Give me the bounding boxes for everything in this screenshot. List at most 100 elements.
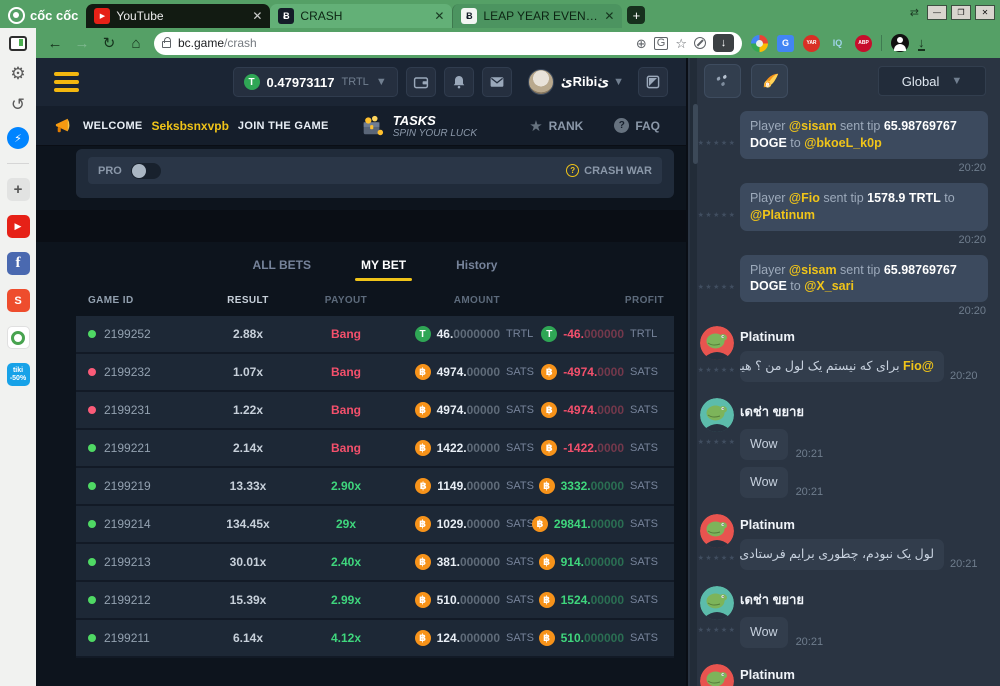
forward-button[interactable]: → [73,35,91,52]
plus-circle-icon[interactable]: ⊕ [636,37,647,50]
maximize-button[interactable]: ❐ [951,5,971,20]
facebook-shortcut-icon[interactable]: f [7,252,30,275]
translate-icon[interactable]: G [654,37,669,50]
value-amt: 1029.00000 [437,517,500,531]
minimize-button[interactable]: — [927,5,947,20]
site-header: T 0.47973117 TRTL ▼ ئRibiئ ▼ [36,58,686,106]
pro-toggle[interactable] [131,163,161,179]
sidebar-toggle-icon[interactable] [9,36,27,51]
home-button[interactable]: ⌂ [127,35,145,52]
chat-bubble[interactable]: Wow [740,429,788,460]
tab-close-icon[interactable]: ✕ [604,9,614,23]
new-tab-button[interactable]: + [627,6,645,24]
tab-history[interactable]: History [450,246,503,281]
tab-arrange-icon[interactable]: ⇄ [910,6,919,19]
tab-leap-year-event[interactable]: Ƀ LEAP YEAR EVENT - □Event - ✕ [452,4,622,28]
trtl-coin-icon: T [541,326,557,342]
tab-all-bets[interactable]: ALL BETS [247,246,317,281]
user-avatar[interactable] [700,326,734,360]
shopee-shortcut-icon[interactable]: S [7,289,30,312]
chat-username[interactable]: เดช่า ขยาย [740,401,988,422]
table-row[interactable]: 21992212.14xBang฿1422.00000SATS฿-1422.00… [76,430,674,468]
history-icon[interactable]: ↺ [11,96,25,113]
user-avatar[interactable] [700,398,734,432]
notifications-button[interactable] [444,67,474,97]
chat-bubble[interactable]: @Fio برای که نیستم یک لول من ؟ هیجی tip … [740,351,944,382]
translate-extension-icon[interactable]: G [777,35,794,52]
sats-coin-icon: ฿ [415,478,431,494]
settings-gear-icon[interactable]: ⚙ [10,65,25,82]
coin-rain-button[interactable] [704,64,741,98]
tip-bubble[interactable]: Player @Fio sent tip 1578.9 TRTL to @Pla… [740,183,988,231]
table-row[interactable]: 2199214134.45x29x฿1029.00000SATS฿29841.0… [76,506,674,544]
table-row[interactable]: 219921330.01x2.40x฿381.000000SATS฿914.00… [76,544,674,582]
table-row[interactable]: 219921215.39x2.99x฿510.000000SATS฿1524.0… [76,582,674,620]
browser-colors-extension-icon[interactable] [751,35,768,52]
table-row[interactable]: 21992522.88xBangT46.0000000TRTLT-46.0000… [76,316,674,354]
chat-username[interactable]: Platinum [740,329,988,344]
hamburger-menu-icon[interactable] [54,72,79,92]
reload-button[interactable]: ↻ [100,34,118,52]
value-pos: 914.000000 [561,555,624,569]
coccoc-shortcut-icon[interactable] [7,326,30,349]
chat-bubble[interactable]: لول یک نبودم، چطوری برایم فرستادی؟ @Fio [740,539,944,570]
coccoc-brand[interactable]: cốc cốc [0,7,86,28]
table-row[interactable]: 21992116.14x4.12x฿124.000000SATS฿510.000… [76,620,674,658]
chat-username[interactable]: เดช่า ขยาย [740,589,988,610]
tab-my-bet[interactable]: MY BET [355,246,412,281]
address-bar[interactable]: bc.game/crash ⊕ G ☆ ↓ [154,32,742,55]
tasks-entry[interactable]: TASKS SPIN YOUR LUCK [359,113,477,139]
chat-channel-select[interactable]: Global ▼ [878,66,986,96]
mention-user[interactable]: @Fio [903,359,934,373]
chat-username[interactable]: Platinum [740,667,988,682]
bookmark-star-icon[interactable]: ☆ [675,37,687,50]
fireball-tip-button[interactable]: ฿ [751,64,788,98]
crash-war-link[interactable]: ? CRASH WAR [566,164,652,177]
shield-block-icon[interactable] [694,37,706,49]
table-row[interactable]: 219921913.33x2.90x฿1149.00000SATS฿3332.0… [76,468,674,506]
tip-bubble[interactable]: Player @sisam sent tip 65.98769767 DOGE … [740,111,988,159]
downloads-icon[interactable]: ↓ [918,36,925,51]
tab-close-icon[interactable]: ✕ [252,9,262,23]
user-avatar[interactable] [700,586,734,620]
chat-scrollbar[interactable] [690,58,697,686]
back-button[interactable]: ← [46,35,64,52]
tab-crash-active[interactable]: Ƀ CRASH ✕ [270,4,452,28]
chat-user-message: ★★★★★Platinumلول یک نبودم، چطوری برایم ف… [700,514,988,577]
balance-selector[interactable]: T 0.47973117 TRTL ▼ [233,67,398,97]
yar-extension-icon[interactable]: YAR [803,35,820,52]
user-avatar[interactable] [528,69,554,95]
chat-bubble[interactable]: Wow [740,467,788,498]
tiki-shortcut-icon[interactable]: tiki-50% [7,363,30,386]
close-button[interactable]: ✕ [975,5,995,20]
chat-toggle-button[interactable] [638,67,668,97]
user-avatar[interactable] [700,514,734,548]
chat-bubble[interactable]: Wow [740,617,788,648]
column-result: RESULT [200,295,296,306]
chat-username[interactable]: Platinum [740,517,988,532]
user-avatar[interactable] [700,664,734,686]
download-bar-button[interactable]: ↓ [713,34,734,52]
url-text[interactable]: bc.game/crash [178,36,629,50]
messenger-icon[interactable]: ⚡ [7,127,29,149]
iq-extension-icon[interactable]: IQ [829,35,846,52]
table-row[interactable]: 21992321.07xBang฿4974.00000SATS฿-4974.00… [76,354,674,392]
table-row[interactable]: 21992311.22xBang฿4974.00000SATS฿-4974.00… [76,392,674,430]
abp-extension-icon[interactable]: ABP [855,35,872,52]
rank-link[interactable]: ★ RANK [529,117,583,135]
status-dot-icon [88,520,96,528]
welcome-player-name[interactable]: Seksbsnxvpb [152,119,229,133]
mail-button[interactable] [482,67,512,97]
tab-close-icon[interactable]: ✕ [434,9,444,23]
youtube-shortcut-icon[interactable]: ▶ [7,215,30,238]
payout-cell: Bang [296,403,396,417]
chat-scrollbar-thumb[interactable] [693,104,698,164]
profile-icon[interactable] [891,34,909,52]
tip-bubble[interactable]: Player @sisam sent tip 65.98769767 DOGE … [740,255,988,303]
message-left-column: ★★★★★ [700,664,734,686]
wallet-button[interactable] [406,67,436,97]
tab-youtube[interactable]: ▶ YouTube ✕ [86,4,270,28]
add-shortcut-button[interactable]: + [7,178,30,201]
faq-link[interactable]: ? FAQ [614,118,660,133]
tip-word: sent tip [840,119,880,133]
